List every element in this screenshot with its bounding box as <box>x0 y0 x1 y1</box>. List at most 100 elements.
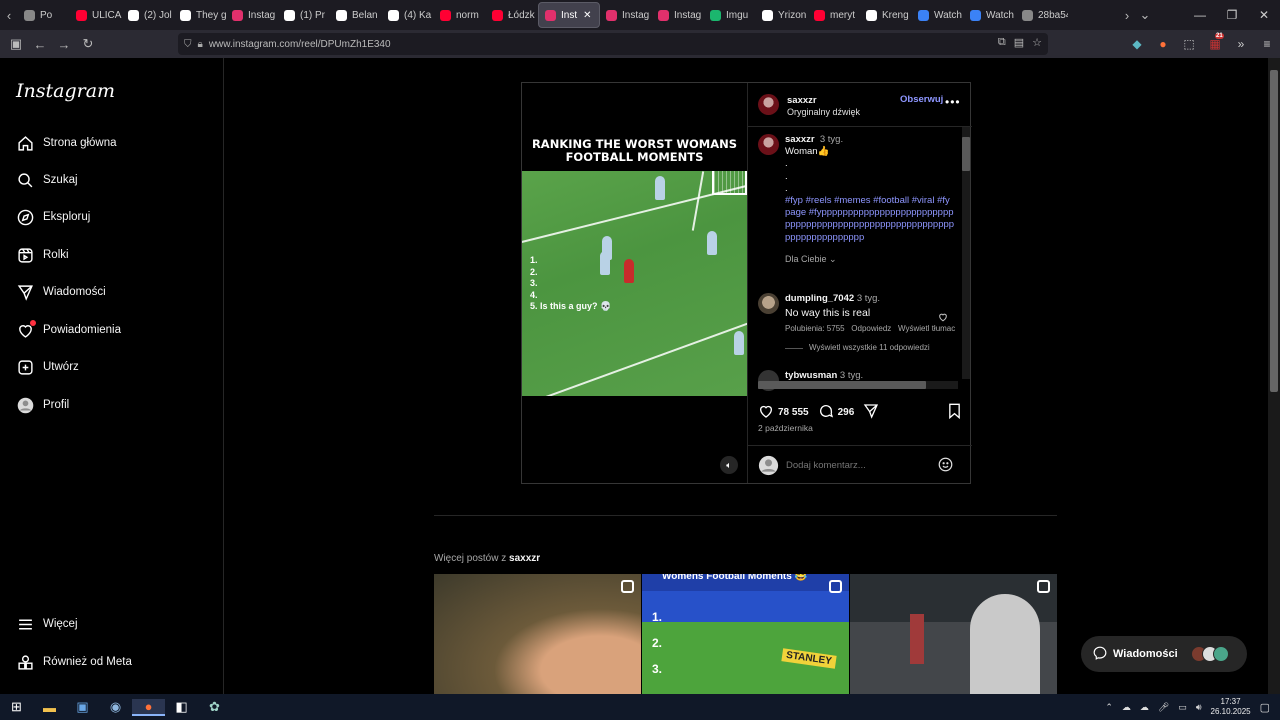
tab-scroll-right-icon[interactable]: › <box>1118 8 1136 23</box>
page-scrollbar[interactable] <box>1268 58 1280 694</box>
roblox-studio-icon[interactable]: ◧ <box>165 699 198 715</box>
sidebar-item-reels[interactable]: Rolki <box>16 244 69 266</box>
app-menu-icon[interactable]: ≡ <box>1254 37 1280 51</box>
follow-button[interactable]: Obserwuj <box>900 94 943 105</box>
cloud-icon[interactable]: ☁ <box>1122 702 1131 713</box>
reload-icon[interactable]: ↻ <box>76 36 100 52</box>
sidebar-item-meta[interactable]: Również od Meta <box>16 651 132 673</box>
fox-extension-icon[interactable]: ● <box>1150 37 1176 51</box>
reply-button[interactable]: Odpowiedz <box>851 324 891 333</box>
tab[interactable]: Instag <box>600 2 652 28</box>
author-username[interactable]: saxxzr <box>787 95 860 106</box>
sidebar-item-notifications[interactable]: Powiadomienia <box>16 319 121 341</box>
avatar[interactable] <box>758 94 779 115</box>
file-explorer-icon[interactable]: ▬ <box>33 700 66 715</box>
comment-count[interactable]: 296 <box>838 407 855 418</box>
notifications-icon[interactable]: ▢ <box>1260 701 1270 714</box>
tab[interactable]: (2) Jol <box>122 2 174 28</box>
more-post-thumbnail[interactable] <box>850 574 1057 694</box>
for-you-translation[interactable]: Dla Ciebie ⌄ <box>785 254 955 265</box>
overflow-icon[interactable]: » <box>1228 37 1254 51</box>
back-icon[interactable]: ← <box>28 37 52 52</box>
firefox-icon[interactable]: ● <box>132 698 165 716</box>
extensions-icon[interactable]: ⬚ <box>1176 37 1202 51</box>
caption-time[interactable]: 3 tyg. <box>820 134 843 145</box>
tab[interactable]: Watch <box>912 2 964 28</box>
audio-label[interactable]: Oryginalny dźwięk <box>787 107 860 117</box>
bookmark-star-icon[interactable]: ☆ <box>1032 36 1042 49</box>
tab[interactable]: Imgu <box>704 2 756 28</box>
maximize-icon[interactable]: ❐ <box>1216 8 1248 22</box>
tab-list-dropdown-icon[interactable]: ⌄ <box>1136 7 1154 23</box>
more-post-thumbnail[interactable]: Womens Football Moments 😂 1. 2. 3. STANLEY <box>642 574 849 694</box>
address-bar[interactable]: ⛉ 🔒︎ www.instagram.com/reel/DPUmZh1E340 … <box>178 33 1048 55</box>
tab-active[interactable]: Inst ✕ <box>538 2 600 28</box>
tab[interactable]: norm <box>434 2 486 28</box>
tab[interactable]: (4) Ka <box>382 2 434 28</box>
view-replies-button[interactable]: Wyświetl wszystkie 11 odpowiedzi <box>785 343 955 352</box>
audio-toggle-icon[interactable]: 🔈︎ <box>720 456 738 474</box>
like-icon[interactable] <box>758 403 774 422</box>
minimize-icon[interactable]: — <box>1184 8 1216 22</box>
comment-time[interactable]: 3 tyg. <box>857 293 880 304</box>
comment-time[interactable]: 3 tyg. <box>840 370 863 381</box>
emoji-icon[interactable] <box>938 457 953 477</box>
caption-username[interactable]: saxxzr <box>785 134 815 145</box>
close-tab-icon[interactable]: ✕ <box>583 10 591 21</box>
like-count[interactable]: 78 555 <box>778 407 809 418</box>
reel-video[interactable]: RANKING THE WORST WOMANS FOOTBALL MOMENT… <box>522 83 747 483</box>
tab[interactable]: 28ba54a2 <box>1016 2 1068 28</box>
tab[interactable]: Belan <box>330 2 382 28</box>
forward-icon[interactable]: → <box>52 37 76 52</box>
close-window-icon[interactable]: ✕ <box>1248 8 1280 22</box>
sidebar-item-messages[interactable]: Wiadomości <box>16 281 106 303</box>
comment-icon[interactable] <box>818 403 834 422</box>
tab[interactable]: (1) Pr <box>278 2 330 28</box>
tab-scroll-left-icon[interactable]: ‹ <box>0 8 18 23</box>
tab[interactable]: Kreng <box>860 2 912 28</box>
instagram-logo[interactable]: Instagram <box>16 80 115 102</box>
onedrive-icon[interactable]: ☁ <box>1140 702 1149 713</box>
remote-desktop-icon[interactable]: ▣ <box>66 699 99 715</box>
scrollbar-thumb[interactable] <box>1270 70 1278 392</box>
tab[interactable]: Instag <box>226 2 278 28</box>
messages-button[interactable]: Wiadomości <box>1081 636 1247 672</box>
sidebar-toggle-icon[interactable]: ▣ <box>4 36 28 52</box>
badge-extension-icon[interactable]: ▦ 21 <box>1202 33 1228 51</box>
comment-username[interactable]: dumpling_7042 <box>785 293 854 304</box>
sidebar-item-profile[interactable]: Profil <box>16 394 69 416</box>
shield-icon[interactable]: ⛉ <box>184 39 192 50</box>
avatar[interactable] <box>758 293 779 314</box>
caption-hashtags[interactable]: #fyp #reels #memes #football #viral #fyp… <box>785 195 955 244</box>
windows-start-icon[interactable]: ⊞ <box>0 699 33 715</box>
more-options-icon[interactable]: ••• <box>945 95 961 109</box>
avatar[interactable] <box>758 134 779 155</box>
tab[interactable]: They g <box>174 2 226 28</box>
lock-icon[interactable]: 🔒︎ <box>198 39 203 50</box>
steam-icon[interactable]: ◉ <box>99 699 132 715</box>
tab[interactable]: Po <box>18 2 70 28</box>
tray-overflow-icon[interactable]: ⌃ <box>1105 702 1113 713</box>
sidebar-item-home[interactable]: Strona główna <box>16 132 117 154</box>
tab[interactable]: Instag <box>652 2 704 28</box>
more-posts-user[interactable]: saxxzr <box>509 553 540 564</box>
comment-likes[interactable]: Polubienia: 5755 <box>785 324 845 333</box>
app-icon[interactable]: ✿ <box>198 699 231 715</box>
reader-view-icon[interactable]: ▤ <box>1014 36 1024 49</box>
url-text[interactable]: www.instagram.com/reel/DPUmZh1E340 <box>209 39 391 50</box>
sidebar-item-create[interactable]: Utwórz <box>16 356 79 378</box>
scrollbar-thumb[interactable] <box>758 381 926 389</box>
sidebar-item-search[interactable]: Szukaj <box>16 169 78 191</box>
save-bookmark-icon[interactable] <box>947 403 962 422</box>
sidebar-item-explore[interactable]: Eksploruj <box>16 206 90 228</box>
comment-username[interactable]: tybwusman <box>785 370 837 381</box>
add-comment-input[interactable] <box>786 457 926 473</box>
tab[interactable]: ULICA <box>70 2 122 28</box>
clock[interactable]: 17:37 26.10.2025 <box>1211 697 1251 717</box>
comments-scrollbar[interactable] <box>962 127 970 379</box>
tab[interactable]: meryt <box>808 2 860 28</box>
tab[interactable]: Yrizon <box>756 2 808 28</box>
like-comment-icon[interactable] <box>938 309 948 327</box>
tab[interactable]: Watch <box>964 2 1016 28</box>
comments-horizontal-scrollbar[interactable] <box>758 381 958 389</box>
